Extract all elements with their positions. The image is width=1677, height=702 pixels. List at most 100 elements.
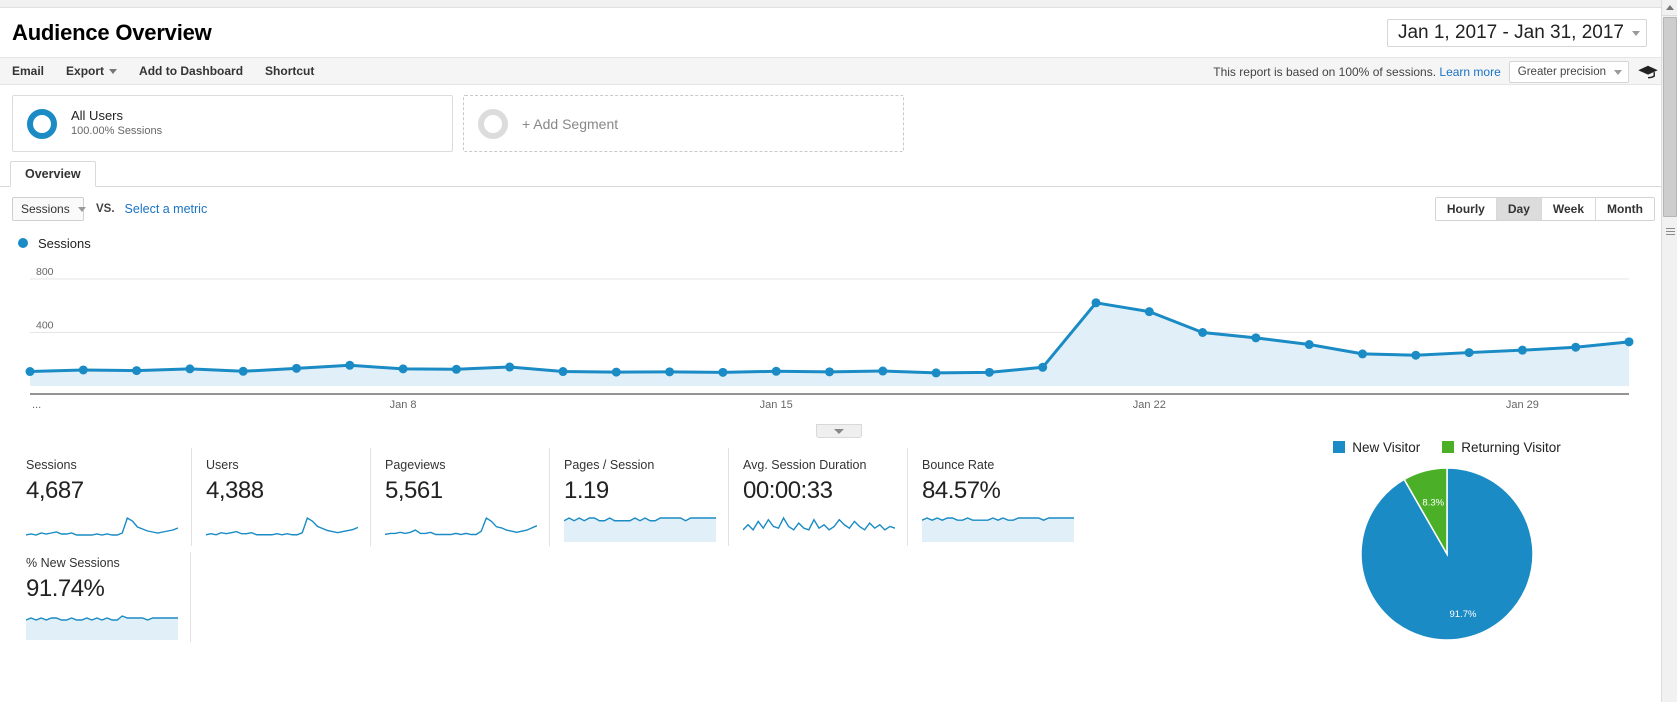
segment-bar: All Users 100.00% Sessions + Add Segment	[0, 85, 1677, 152]
chevron-down-icon	[1614, 69, 1622, 75]
pie-chart[interactable]: 91.7% 8.3%	[1357, 464, 1537, 644]
sampling-note: This report is based on 100% of sessions…	[1213, 65, 1501, 79]
new-vs-returning-panel: New Visitor Returning Visitor 91.7% 8.3%	[1247, 436, 1647, 644]
svg-text:Jan 15: Jan 15	[760, 399, 793, 411]
add-segment-button[interactable]: + Add Segment	[463, 95, 904, 152]
svg-text:400: 400	[36, 320, 54, 332]
sampling-text: This report is based on 100% of sessions…	[1213, 65, 1437, 79]
metric-card-avg-session-duration[interactable]: Avg. Session Duration 00:00:33	[728, 448, 907, 546]
action-shortcut[interactable]: Shortcut	[265, 64, 314, 78]
pie-slice-label: 91.7%	[1449, 609, 1476, 620]
metric-card-label: % New Sessions	[26, 556, 120, 570]
chart-canvas: 400 800... Jan 8 Jan 15 Jan 22 Jan 29	[25, 266, 1634, 411]
sparkline	[206, 516, 358, 536]
scroll-up-arrow-icon[interactable]	[1662, 0, 1677, 16]
sparkline	[26, 615, 178, 640]
vs-label: VS.	[96, 203, 115, 215]
pie-legend-item-returning-visitor[interactable]: Returning Visitor	[1442, 440, 1561, 455]
action-shortcut-label: Shortcut	[265, 64, 315, 78]
metric-card-label: Users	[206, 458, 239, 472]
metric-card-value: 84.57%	[922, 477, 1001, 504]
action-export[interactable]: Export	[66, 64, 118, 78]
date-range-value: Jan 1, 2017 - Jan 31, 2017	[1397, 22, 1624, 43]
metric-card-pageviews[interactable]: Pageviews 5,561	[370, 448, 549, 546]
metric-card-value: 5,561	[385, 477, 443, 504]
action-email-label: Email	[12, 64, 45, 78]
scrollbar-thumb[interactable]	[1663, 17, 1677, 217]
series-legend-label: Sessions	[38, 235, 91, 251]
granularity-month[interactable]: Month	[1596, 198, 1654, 220]
select-a-metric-link[interactable]: Select a metric	[125, 202, 208, 216]
granularity-hourly[interactable]: Hourly	[1435, 198, 1497, 220]
primary-metric-select[interactable]: Sessions	[12, 197, 86, 221]
segment-all-users[interactable]: All Users 100.00% Sessions	[12, 95, 453, 152]
granularity-week-label: Week	[1552, 202, 1585, 216]
precision-select[interactable]: Greater precision	[1508, 61, 1629, 83]
add-segment-label: + Add Segment	[522, 115, 619, 132]
page-scrollbar[interactable]	[1661, 0, 1677, 702]
sparkline	[564, 517, 716, 542]
pie-legend-label: New Visitor	[1352, 439, 1421, 455]
tab-overview-label: Overview	[25, 167, 81, 181]
sparkline	[385, 516, 537, 536]
chart-collapse-handle[interactable]	[815, 424, 862, 438]
primary-metric-value: Sessions	[21, 202, 70, 216]
metric-card-row: % New Sessions 91.74%	[12, 546, 1132, 644]
precision-value: Greater precision	[1517, 66, 1606, 78]
pie-chart-holder: 91.7% 8.3%	[1247, 464, 1647, 644]
granularity-day[interactable]: Day	[1496, 198, 1542, 220]
action-add-to-dashboard-label: Add to Dashboard	[139, 64, 244, 78]
granularity-week[interactable]: Week	[1541, 198, 1597, 220]
metric-card-pages-session[interactable]: Pages / Session 1.19	[549, 448, 728, 546]
metric-card-label: Bounce Rate	[922, 458, 995, 472]
pie-legend-item-new-visitor[interactable]: New Visitor	[1333, 440, 1420, 455]
tab-overview[interactable]: Overview	[10, 161, 96, 187]
metric-card-value: 4,687	[26, 477, 84, 504]
date-range-picker[interactable]: Jan 1, 2017 - Jan 31, 2017	[1386, 19, 1647, 47]
action-email[interactable]: Email	[12, 64, 44, 78]
action-add-to-dashboard[interactable]: Add to Dashboard	[139, 64, 243, 78]
series-dot-icon	[18, 238, 28, 248]
legend-swatch-icon	[1442, 441, 1455, 453]
metric-card-label: Pageviews	[385, 458, 446, 472]
segment-name: All Users	[71, 108, 124, 123]
chevron-down-icon	[1632, 30, 1640, 36]
learn-more-link[interactable]: Learn more	[1439, 65, 1500, 79]
svg-text:800: 800	[36, 266, 54, 278]
metric-card-value: 1.19	[564, 477, 609, 504]
granularity-toggle-group: Hourly Day Week Month	[1434, 197, 1655, 221]
pie-legend-label: Returning Visitor	[1461, 439, 1561, 455]
metric-card-label: Avg. Session Duration	[743, 458, 867, 472]
legend-swatch-icon	[1333, 441, 1346, 453]
svg-text:Jan 8: Jan 8	[390, 399, 417, 411]
metric-card-value: 4,388	[206, 477, 264, 504]
metric-cards: Sessions 4,687 Users 4,388 Pageviews 5,561 Pag…	[12, 448, 1132, 644]
metric-card-new-sessions[interactable]: % New Sessions 91.74%	[12, 546, 191, 644]
report-actions-bar: Email Export Add to Dashboard Shortcut T…	[0, 57, 1677, 85]
svg-text:Jan 29: Jan 29	[1506, 399, 1539, 411]
metric-selector-row: Sessions VS. Select a metric Hourly Day …	[0, 187, 1677, 231]
page-title: Audience Overview	[12, 19, 212, 45]
segment-donut-icon	[27, 108, 57, 139]
chevron-down-icon	[109, 68, 118, 74]
metric-card-sessions[interactable]: Sessions 4,687	[12, 448, 191, 546]
pie-legend: New Visitor Returning Visitor	[1247, 436, 1647, 458]
add-segment-donut-icon	[478, 108, 508, 139]
graduation-cap-icon[interactable]	[1637, 64, 1659, 80]
metric-card-bounce-rate[interactable]: Bounce Rate 84.57%	[907, 448, 1086, 546]
scrollbar-grip-icon	[1666, 228, 1675, 235]
sessions-timeseries-chart[interactable]: 400 800... Jan 8 Jan 15 Jan 22 Jan 29	[12, 261, 1665, 438]
granularity-day-label: Day	[1507, 202, 1530, 216]
segment-sessions-pct: 100.00% Sessions	[71, 125, 163, 137]
sparkline	[26, 516, 178, 536]
metric-card-label: Pages / Session	[564, 458, 655, 472]
report-header: Audience Overview Jan 1, 2017 - Jan 31, …	[0, 8, 1677, 57]
metric-card-row: Sessions 4,687 Users 4,388 Pageviews 5,561 Pag…	[12, 448, 1132, 546]
chart-series-legend: Sessions	[0, 231, 1677, 255]
metric-card-value: 00:00:33	[743, 477, 833, 504]
sparkline	[922, 517, 1074, 542]
metric-card-label: Sessions	[26, 458, 77, 472]
metric-card-users[interactable]: Users 4,388	[191, 448, 370, 546]
action-export-label: Export	[66, 64, 105, 78]
svg-text:...: ...	[32, 399, 41, 411]
